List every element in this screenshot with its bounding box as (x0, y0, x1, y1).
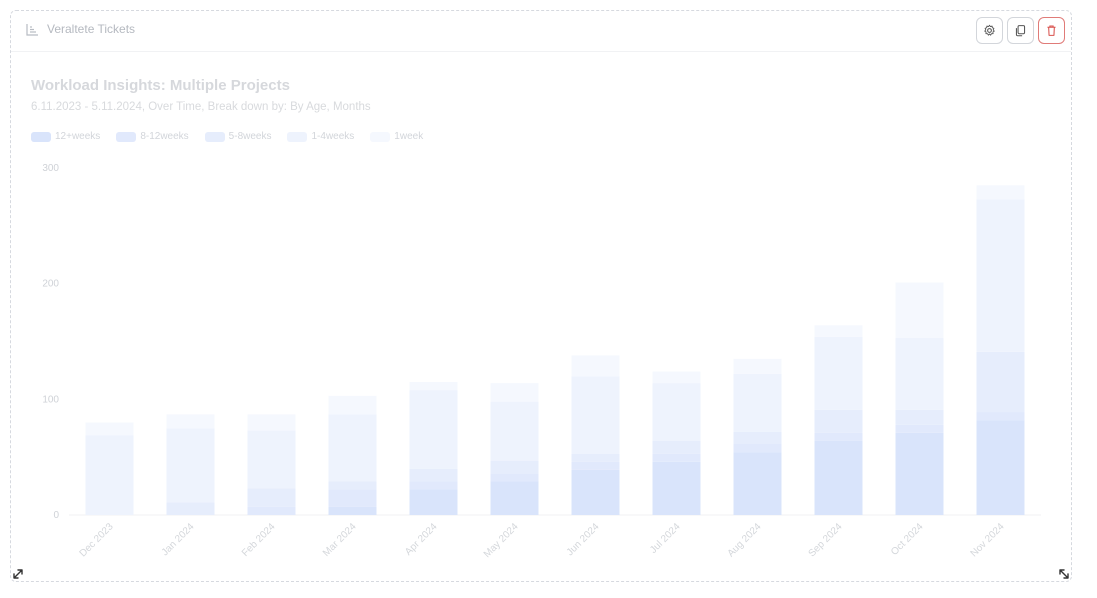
bar-segment[interactable] (895, 282, 944, 339)
bar-segment[interactable] (409, 468, 458, 482)
bar-segment[interactable] (328, 395, 377, 415)
resize-diagonal-icon[interactable] (1058, 568, 1070, 580)
y-tick-label: 300 (42, 163, 59, 174)
resize-diagonal-icon[interactable] (12, 568, 24, 580)
bar-segment[interactable] (490, 383, 539, 402)
x-tick-label: Nov 2024 (969, 521, 1007, 559)
y-tick-label: 200 (42, 279, 59, 290)
x-tick-label: Oct 2024 (889, 521, 926, 558)
bar-segment[interactable] (652, 461, 701, 515)
bar-segment[interactable] (247, 488, 296, 507)
bar-segment[interactable] (814, 409, 863, 433)
bar-segment[interactable] (976, 185, 1025, 200)
bar-segment[interactable] (652, 383, 701, 441)
bar-segment[interactable] (166, 414, 215, 429)
bar-segment[interactable] (733, 431, 782, 444)
bar-segment[interactable] (85, 435, 134, 515)
bar-segment[interactable] (490, 481, 539, 515)
bar-segment[interactable] (733, 452, 782, 515)
bar-segment[interactable] (652, 371, 701, 384)
bar-segment[interactable] (490, 473, 539, 482)
bar-segment[interactable] (895, 338, 944, 410)
bar-segment[interactable] (652, 440, 701, 454)
x-tick-label: May 2024 (482, 521, 521, 560)
bar-segment[interactable] (166, 502, 215, 515)
bar-segment[interactable] (895, 424, 944, 433)
chart-widget: Veraltete Tickets Workload Insights: Mul… (10, 10, 1072, 582)
bar-segment[interactable] (328, 489, 377, 507)
bar-segment[interactable] (571, 453, 620, 462)
bar-segment[interactable] (733, 443, 782, 453)
bar-segment[interactable] (85, 422, 134, 436)
bar-segment[interactable] (247, 430, 296, 489)
bar-segment[interactable] (409, 390, 458, 469)
bar-segment[interactable] (976, 199, 1025, 352)
bar-segment[interactable] (328, 481, 377, 490)
x-tick-label: Sep 2024 (807, 521, 845, 559)
bar-segment[interactable] (571, 376, 620, 454)
bar-segment[interactable] (571, 469, 620, 515)
bar-segment[interactable] (733, 358, 782, 374)
bar-segment[interactable] (166, 428, 215, 503)
bar-segment[interactable] (409, 489, 458, 515)
x-tick-label: Jun 2024 (565, 521, 602, 558)
bar-segment[interactable] (652, 453, 701, 462)
bar-segment[interactable] (814, 325, 863, 337)
bar-segment[interactable] (895, 409, 944, 425)
chart-plot-area: 0 100 200 300 Dec 2023 Jan 2024 Feb 2024 Mar 20… (42, 163, 1041, 560)
bar-segment[interactable] (895, 432, 944, 515)
bar-segment[interactable] (976, 420, 1025, 515)
x-tick-label: Dec 2023 (78, 521, 116, 559)
x-tick-label: Feb 2024 (240, 521, 278, 559)
y-tick-label: 0 (53, 510, 59, 521)
bar-segment[interactable] (328, 506, 377, 515)
x-tick-label: Jul 2024 (648, 521, 683, 556)
bar-segment[interactable] (328, 414, 377, 482)
x-tick-label: Apr 2024 (403, 521, 440, 558)
x-tick-label: Jan 2024 (160, 521, 197, 558)
bar-segment[interactable] (409, 381, 458, 391)
bar-segment[interactable] (814, 432, 863, 441)
x-tick-label: Mar 2024 (321, 521, 359, 559)
bar-segment[interactable] (247, 506, 296, 515)
bar-segment[interactable] (409, 481, 458, 490)
bar-segment[interactable] (814, 440, 863, 515)
bar-segment[interactable] (490, 460, 539, 474)
bar-segment[interactable] (976, 412, 1025, 421)
bar-segment[interactable] (733, 373, 782, 432)
bar-segment[interactable] (571, 461, 620, 470)
bar-segment[interactable] (490, 401, 539, 461)
bar-segment[interactable] (976, 351, 1025, 413)
x-tick-label: Aug 2024 (726, 521, 764, 559)
bar-segment[interactable] (247, 414, 296, 431)
bar-segment[interactable] (814, 336, 863, 410)
bar-segment[interactable] (571, 355, 620, 377)
y-tick-label: 100 (42, 394, 59, 405)
